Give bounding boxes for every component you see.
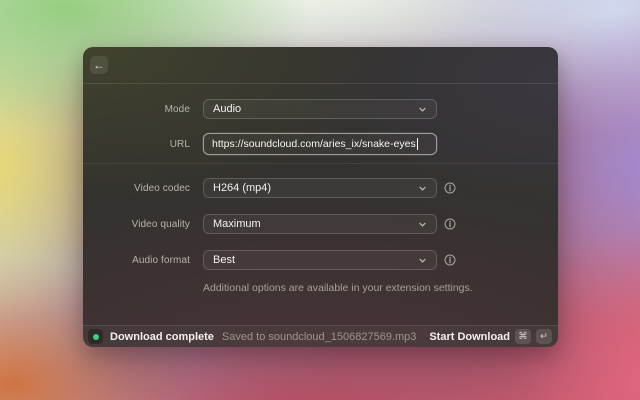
url-input[interactable]: https://soundcloud.com/aries_ix/snake-ey… bbox=[203, 133, 437, 155]
mode-select[interactable]: Audio bbox=[203, 99, 437, 119]
command-key-icon: ⌘ bbox=[515, 329, 531, 344]
status-bar: Download complete Saved to soundcloud_15… bbox=[83, 325, 558, 347]
mode-label: Mode bbox=[164, 104, 190, 115]
audio-format-label: Audio format bbox=[132, 255, 190, 266]
audio-format-value: Best bbox=[213, 254, 236, 266]
saved-file-text: Saved to soundcloud_1506827569.mp3 bbox=[221, 330, 417, 343]
url-value: https://soundcloud.com/aries_ix/snake-ey… bbox=[212, 138, 416, 150]
chevron-down-icon bbox=[418, 184, 427, 193]
chevron-down-icon bbox=[418, 105, 427, 114]
status-dot bbox=[92, 333, 99, 340]
back-arrow-icon: ← bbox=[93, 58, 105, 72]
extension-settings-note: Additional options are available in your… bbox=[203, 282, 473, 294]
video-quality-label: Video quality bbox=[131, 219, 190, 230]
mode-value: Audio bbox=[213, 103, 242, 115]
info-icon[interactable] bbox=[444, 254, 456, 266]
video-quality-select[interactable]: Maximum bbox=[203, 214, 437, 234]
start-download-button[interactable]: Start Download bbox=[429, 331, 510, 343]
chevron-down-icon bbox=[418, 256, 427, 265]
info-icon[interactable] bbox=[444, 218, 456, 230]
video-codec-select[interactable]: H264 (mp4) bbox=[203, 178, 437, 198]
section-divider bbox=[83, 163, 558, 164]
header-divider bbox=[83, 83, 558, 84]
url-label: URL bbox=[169, 139, 190, 150]
audio-format-select[interactable]: Best bbox=[203, 250, 437, 270]
video-codec-value: H264 (mp4) bbox=[213, 182, 272, 194]
return-key-icon: ↵ bbox=[536, 329, 552, 344]
chevron-down-icon bbox=[418, 220, 427, 229]
info-icon[interactable] bbox=[444, 182, 456, 194]
video-quality-value: Maximum bbox=[213, 218, 261, 230]
downloader-dialog: ← Mode Audio URL https://soundcloud.com/… bbox=[83, 47, 558, 347]
status-text: Download complete bbox=[110, 330, 214, 343]
video-codec-label: Video codec bbox=[134, 183, 190, 194]
text-caret bbox=[416, 138, 418, 150]
back-button[interactable]: ← bbox=[90, 56, 108, 74]
status-dot-badge bbox=[88, 329, 103, 344]
